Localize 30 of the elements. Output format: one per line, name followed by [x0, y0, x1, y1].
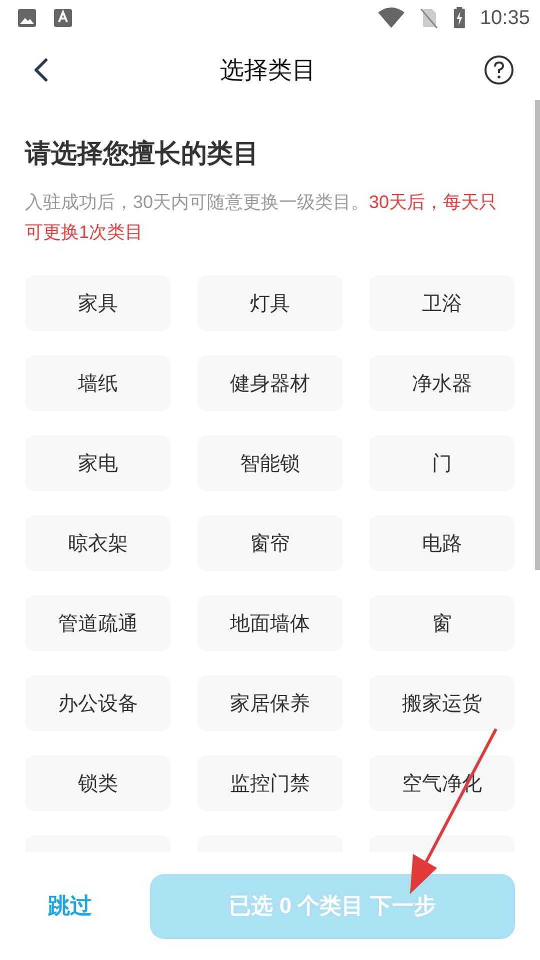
notice-text: 入驻成功后，30天内可随意更换一级类目。30天后，每天只可更换1次类目 — [25, 191, 498, 244]
category-option[interactable]: 窗 — [369, 595, 515, 651]
help-icon[interactable] — [484, 55, 514, 85]
text-icon — [53, 8, 73, 28]
battery-charging-icon — [453, 7, 466, 29]
category-option[interactable]: 办公设备 — [25, 675, 171, 731]
category-option[interactable]: 家居保养 — [197, 675, 343, 731]
category-option[interactable]: 晾衣架 — [25, 515, 171, 571]
category-option[interactable]: 地面墙体 — [197, 595, 343, 651]
clock-time: 10:35 — [480, 6, 530, 30]
category-option[interactable]: 墙纸 — [25, 355, 171, 411]
category-option[interactable]: 门 — [369, 435, 515, 491]
category-option[interactable]: 净水器 — [369, 355, 515, 411]
category-option[interactable]: 搬家运货 — [369, 675, 515, 731]
image-icon — [17, 8, 37, 28]
category-option[interactable]: 健身器材 — [197, 355, 343, 411]
category-option[interactable]: 电路 — [369, 515, 515, 571]
category-option[interactable]: 监控门禁 — [197, 755, 343, 811]
category-option[interactable]: 管道疏通 — [25, 595, 171, 651]
category-option[interactable]: 智能锁 — [197, 435, 343, 491]
category-option[interactable]: 灯具 — [197, 275, 343, 331]
section-heading: 请选择您擅长的类目 — [25, 137, 260, 170]
category-option[interactable]: 窗帘 — [197, 515, 343, 571]
category-option[interactable]: 家电 — [25, 435, 171, 491]
category-option[interactable]: 家具 — [25, 275, 171, 331]
wifi-icon — [376, 7, 406, 29]
category-option[interactable]: 锁类 — [25, 755, 171, 811]
page-title: 选择类目 — [220, 56, 316, 86]
no-sim-icon — [419, 7, 440, 29]
category-option[interactable]: 卫浴 — [369, 275, 515, 331]
